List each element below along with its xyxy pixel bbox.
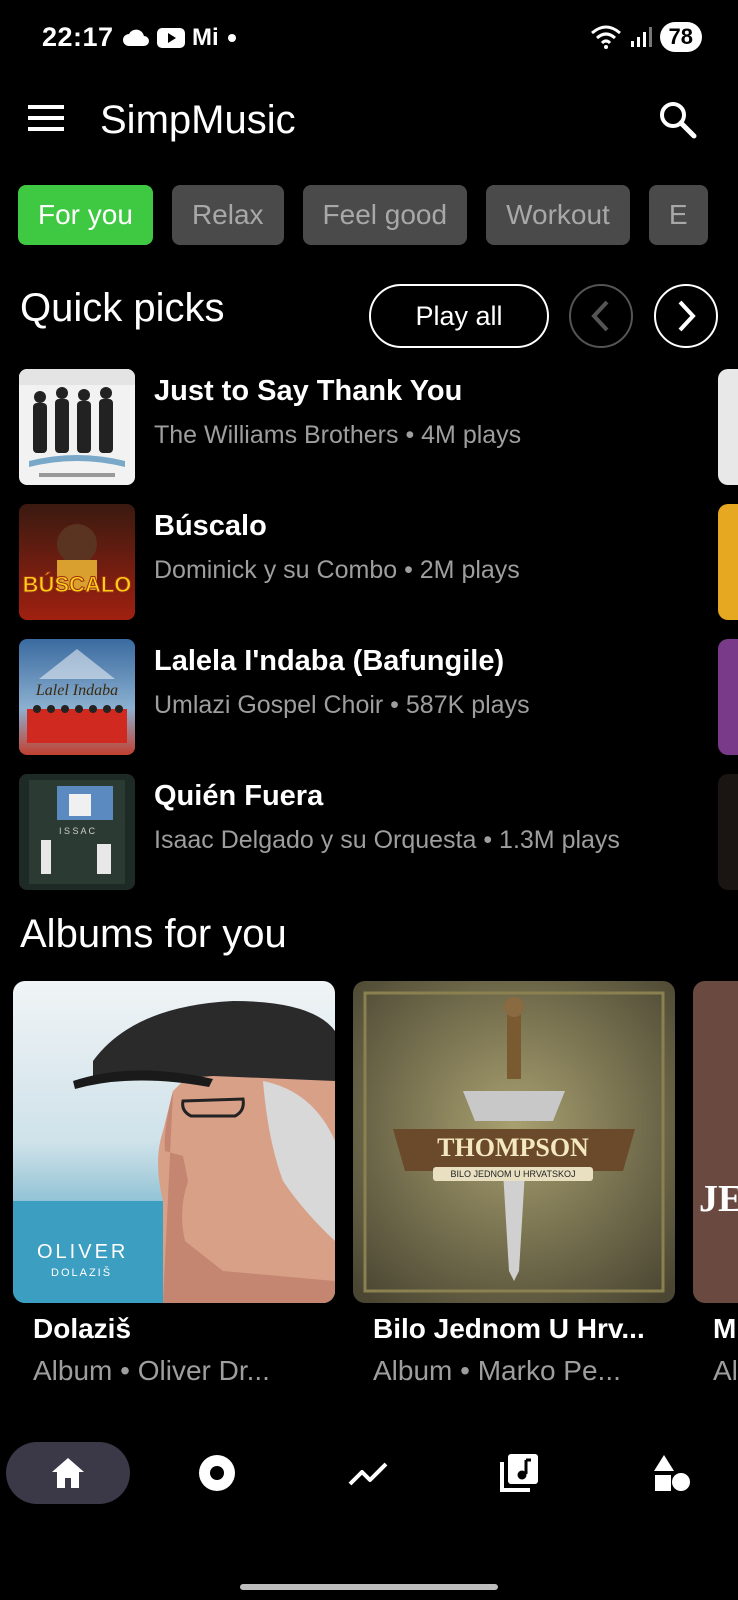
next-page-button[interactable]	[654, 284, 718, 348]
chevron-right-icon	[678, 300, 696, 332]
carrier-label: Mi	[192, 24, 219, 51]
track-title: Búscalo	[154, 510, 267, 542]
chip-partial[interactable]: E	[648, 185, 708, 245]
album-art-text: THOMPSON	[437, 1133, 589, 1162]
album-title: Bilo Jednom U Hrv...	[373, 1313, 645, 1344]
nav-home[interactable]	[6, 1442, 130, 1504]
mood-chips: For you Relax Feel good Workout E	[18, 185, 708, 245]
chevron-left-icon	[591, 300, 609, 332]
track-artwork: BÚSCALO	[19, 504, 135, 620]
nav-library[interactable]	[459, 1442, 579, 1504]
nav-discover[interactable]	[157, 1442, 277, 1504]
home-icon	[52, 1458, 84, 1488]
svg-text:BÚSCALO: BÚSCALO	[23, 572, 132, 597]
status-bar: 22:17 Mi 78	[0, 0, 738, 80]
next-column-peek	[718, 639, 738, 755]
album-artwork: THOMPSON BILO JEDNOM U HRVATSKOJ	[353, 981, 675, 1303]
track-title: Lalela I'ndaba (Bafungile)	[154, 645, 505, 677]
svg-text:Lalel Indaba: Lalel Indaba	[35, 682, 118, 699]
app-title: SimpMusic	[100, 98, 296, 142]
track-subtitle: The Williams Brothers • 4M plays	[154, 421, 522, 449]
home-indicator[interactable]	[240, 1584, 498, 1590]
track-row[interactable]: Lalel Indaba Lalela I'ndaba (Bafungile) …	[19, 639, 719, 755]
track-title: Quién Fuera	[154, 780, 324, 812]
album-subtitle: Album • Marko Pe...	[373, 1355, 621, 1386]
search-button[interactable]	[658, 100, 702, 144]
album-art-text: JE	[699, 1178, 738, 1220]
library-music-icon	[500, 1454, 538, 1492]
album-card-partial[interactable]: JE M Al	[693, 981, 738, 1387]
wifi-icon	[590, 25, 621, 49]
bottom-navigation	[0, 1430, 738, 1530]
album-card[interactable]: OLIVER DOLAZIŠ Dolaziš Album • Oliver Dr…	[13, 981, 335, 1387]
status-icons-right: 78	[590, 22, 702, 52]
track-row[interactable]: I S S A C Quién Fuera Isaac Delgado y su…	[19, 774, 719, 890]
signal-icon	[630, 27, 652, 47]
album-subtitle: Album • Oliver Dr...	[33, 1355, 270, 1386]
status-icons-left: Mi	[122, 24, 239, 52]
svg-text:I S S A C: I S S A C	[59, 826, 96, 836]
play-all-button[interactable]: Play all	[369, 284, 549, 348]
nav-charts[interactable]	[308, 1442, 428, 1504]
battery-indicator: 78	[659, 22, 702, 52]
status-time: 22:17	[42, 22, 114, 52]
chip-relax[interactable]: Relax	[171, 185, 284, 245]
cloud-icon	[123, 29, 149, 46]
next-column-peek	[718, 504, 738, 620]
app-bar: SimpMusic	[0, 90, 738, 156]
notification-dot-icon	[227, 34, 236, 42]
track-artwork	[19, 369, 135, 485]
album-subtitle: Al	[713, 1355, 738, 1386]
track-row[interactable]: BÚSCALO Búscalo Dominick y su Combo • 2M…	[19, 504, 719, 620]
album-title: Dolaziš	[33, 1313, 132, 1344]
track-subtitle: Isaac Delgado y su Orquesta • 1.3M plays	[154, 826, 620, 854]
albums-section-title: Albums for you	[20, 912, 287, 956]
track-title: Just to Say Thank You	[154, 375, 463, 407]
album-title: M	[713, 1313, 737, 1344]
album-art-text: OLIVER	[37, 1241, 129, 1263]
track-artwork: Lalel Indaba	[19, 639, 135, 755]
next-column-peek	[718, 369, 738, 485]
categories-icon	[654, 1455, 690, 1491]
album-artwork: JE	[693, 981, 738, 1303]
search-icon	[660, 102, 697, 139]
track-artwork: I S S A C	[19, 774, 135, 890]
nav-more[interactable]	[612, 1442, 732, 1504]
app-screen: 22:17 Mi 78 SimpMusic For you Relax Feel…	[0, 0, 738, 1600]
chip-feel-good[interactable]: Feel good	[302, 185, 468, 245]
menu-button[interactable]	[28, 104, 80, 144]
album-art-subtext: DOLAZIŠ	[51, 1267, 113, 1279]
album-art-subtext: BILO JEDNOM U HRVATSKOJ	[433, 1167, 593, 1181]
track-subtitle: Dominick y su Combo • 2M plays	[154, 556, 520, 584]
hamburger-menu-icon	[28, 105, 64, 131]
track-row[interactable]: Just to Say Thank You The Williams Broth…	[19, 369, 719, 485]
trending-icon	[348, 1462, 388, 1486]
next-column-peek	[718, 774, 738, 890]
album-artwork: OLIVER DOLAZIŠ	[13, 981, 335, 1303]
disc-icon	[199, 1455, 235, 1491]
quick-picks-title: Quick picks	[20, 286, 225, 330]
previous-page-button[interactable]	[569, 284, 633, 348]
youtube-icon	[157, 28, 185, 48]
chip-for-you[interactable]: For you	[18, 185, 153, 245]
album-card[interactable]: THOMPSON BILO JEDNOM U HRVATSKOJ Bilo Je…	[353, 981, 675, 1387]
track-subtitle: Umlazi Gospel Choir • 587K plays	[154, 691, 530, 719]
chip-workout[interactable]: Workout	[486, 185, 630, 245]
